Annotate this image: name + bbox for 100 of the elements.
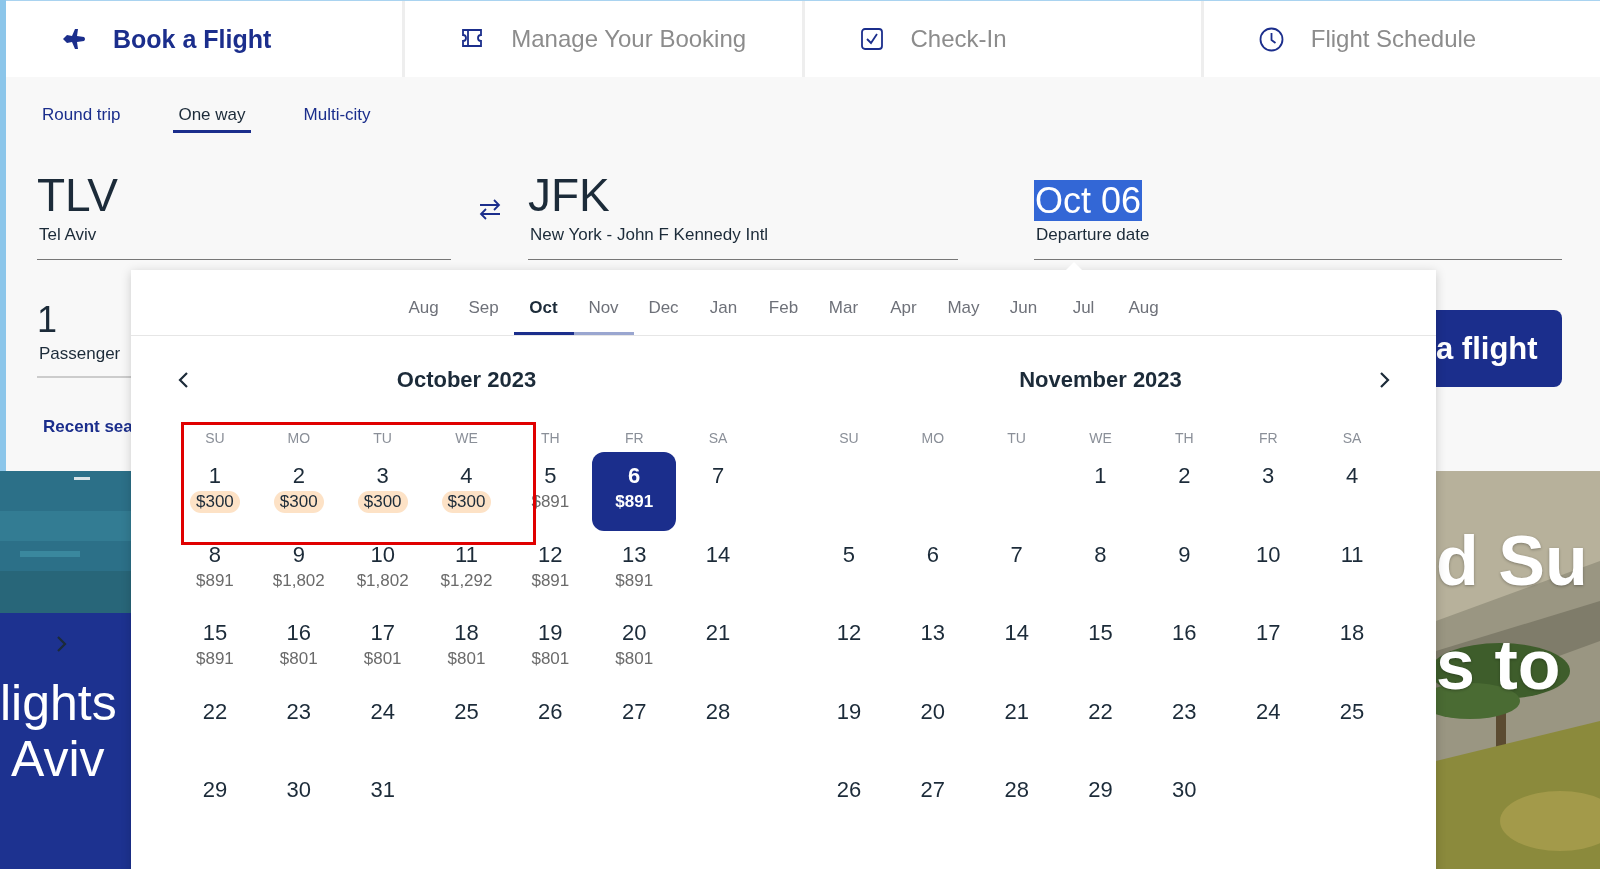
- day-cell[interactable]: 10: [1226, 530, 1311, 609]
- weekday-label: FR: [624, 429, 644, 448]
- month-tab[interactable]: Feb: [753, 270, 814, 335]
- day-cell[interactable]: 6 $891: [592, 452, 677, 531]
- day-cell[interactable]: 31: [340, 766, 425, 845]
- day-number: 21: [1004, 697, 1029, 726]
- departure-date-field[interactable]: Oct 06 Departure date: [1034, 180, 1562, 260]
- day-cell[interactable]: 26: [508, 687, 593, 766]
- day-number: 15: [1088, 619, 1113, 647]
- search-button[interactable]: a flight: [1436, 310, 1562, 387]
- day-cell[interactable]: 11 $1,292: [424, 530, 509, 609]
- day-cell[interactable]: 23: [1142, 687, 1227, 766]
- day-number: 13: [621, 540, 647, 569]
- day-cell[interactable]: 3: [1226, 452, 1311, 531]
- day-cell[interactable]: 17 $801: [340, 609, 425, 688]
- day-number: 28: [1004, 776, 1029, 804]
- day-cell[interactable]: 21: [974, 687, 1059, 766]
- day-cell[interactable]: 19: [807, 687, 891, 766]
- day-cell[interactable]: 4: [1310, 452, 1394, 531]
- day-cell[interactable]: 24: [340, 687, 425, 766]
- day-cell[interactable]: 7: [676, 452, 760, 531]
- month-tab[interactable]: Mar: [813, 270, 874, 335]
- field-label: Passenger: [39, 344, 122, 364]
- day-cell[interactable]: 21: [676, 609, 760, 688]
- day-cell[interactable]: 29: [1058, 766, 1143, 845]
- day-cell[interactable]: 20 $801: [592, 609, 677, 688]
- day-cell[interactable]: 14: [974, 609, 1059, 688]
- day-cell[interactable]: 28: [974, 766, 1059, 845]
- day-cell[interactable]: 9 $1,802: [256, 530, 341, 609]
- day-cell[interactable]: 2: [1142, 452, 1227, 531]
- day-cell[interactable]: 23: [256, 687, 341, 766]
- destination-field[interactable]: JFK New York - John F Kennedy Intl: [528, 169, 958, 260]
- day-cell[interactable]: 1: [1058, 452, 1143, 531]
- day-cell[interactable]: 18: [1310, 609, 1394, 688]
- day-cell[interactable]: 6: [890, 530, 975, 609]
- day-cell[interactable]: 16 $801: [256, 609, 341, 688]
- origin-field[interactable]: TLV Tel Aviv: [37, 169, 451, 260]
- nav-tab-label: Manage Your Booking: [511, 25, 747, 53]
- day-cell[interactable]: 25: [1310, 687, 1394, 766]
- day-number: 8: [208, 540, 222, 569]
- day-cell[interactable]: 16: [1142, 609, 1227, 688]
- month-tab[interactable]: Oct: [513, 270, 574, 335]
- day-cell[interactable]: 15 $891: [173, 609, 257, 688]
- day-number: 1: [208, 462, 222, 490]
- day-cell[interactable]: 14: [676, 530, 760, 609]
- day-cell[interactable]: 30: [256, 766, 341, 845]
- day-cell[interactable]: 8: [1058, 530, 1143, 609]
- day-cell[interactable]: 30: [1142, 766, 1227, 845]
- month-tab[interactable]: Sep: [453, 270, 514, 335]
- day-cell[interactable]: 20: [890, 687, 975, 766]
- month-tab[interactable]: Aug: [393, 270, 454, 335]
- day-cell[interactable]: 4 $300: [424, 452, 509, 531]
- field-label: Departure date: [1036, 225, 1150, 245]
- day-cell[interactable]: 13 $891: [592, 530, 677, 609]
- day-cell[interactable]: 28: [676, 687, 760, 766]
- day-cell[interactable]: 1 $300: [173, 452, 257, 531]
- day-number: 2: [292, 462, 305, 490]
- day-cell[interactable]: 2 $300: [256, 452, 341, 531]
- day-cell[interactable]: 11: [1310, 530, 1394, 609]
- hero-title: s to: [1436, 625, 1562, 706]
- month-tab[interactable]: Jan: [693, 270, 754, 335]
- day-cell[interactable]: 8 $891: [173, 530, 257, 609]
- month-tab[interactable]: Jul: [1053, 270, 1114, 335]
- trip-type-tab[interactable]: Round trip: [37, 99, 126, 133]
- day-cell[interactable]: 3 $300: [340, 452, 425, 531]
- day-cell[interactable]: 19 $801: [508, 609, 593, 688]
- trip-type-tab[interactable]: Multi-city: [298, 99, 376, 133]
- day-cell[interactable]: 26: [807, 766, 891, 845]
- day-number: 22: [1088, 697, 1113, 726]
- weekday-label: FR: [1258, 429, 1278, 448]
- month-tab[interactable]: Jun: [993, 270, 1054, 335]
- month-tab[interactable]: Aug: [1113, 270, 1174, 335]
- day-cell[interactable]: 13: [890, 609, 975, 688]
- day-cell[interactable]: 22: [173, 687, 257, 766]
- day-cell[interactable]: 10 $1,802: [340, 530, 425, 609]
- trip-type-tab[interactable]: One way: [173, 99, 251, 133]
- day-cell[interactable]: 25: [424, 687, 509, 766]
- month-tab[interactable]: May: [933, 270, 994, 335]
- swap-icon[interactable]: [477, 199, 502, 220]
- month-tab[interactable]: Dec: [633, 270, 694, 335]
- day-cell[interactable]: 15: [1058, 609, 1143, 688]
- day-cell[interactable]: 17: [1226, 609, 1311, 688]
- day-cell[interactable]: 18 $801: [424, 609, 509, 688]
- day-cell[interactable]: 5: [807, 530, 891, 609]
- day-cell[interactable]: 24: [1226, 687, 1311, 766]
- day-number: 20: [621, 619, 647, 647]
- day-cell[interactable]: 29: [173, 766, 257, 845]
- day-cell[interactable]: 12 $891: [508, 530, 593, 609]
- city-name: Tel Aviv: [39, 225, 97, 245]
- day-cell[interactable]: 22: [1058, 687, 1143, 766]
- day-cell[interactable]: 12: [807, 609, 891, 688]
- day-cell[interactable]: 27: [592, 687, 677, 766]
- day-cell[interactable]: 9: [1142, 530, 1227, 609]
- day-number: 26: [836, 776, 862, 804]
- day-cell[interactable]: 27: [890, 766, 975, 845]
- day-number: 5: [842, 540, 856, 569]
- day-number: 13: [920, 619, 945, 647]
- month-tab[interactable]: Nov: [573, 270, 634, 335]
- day-cell[interactable]: 7: [974, 530, 1059, 609]
- month-tab[interactable]: Apr: [873, 270, 934, 335]
